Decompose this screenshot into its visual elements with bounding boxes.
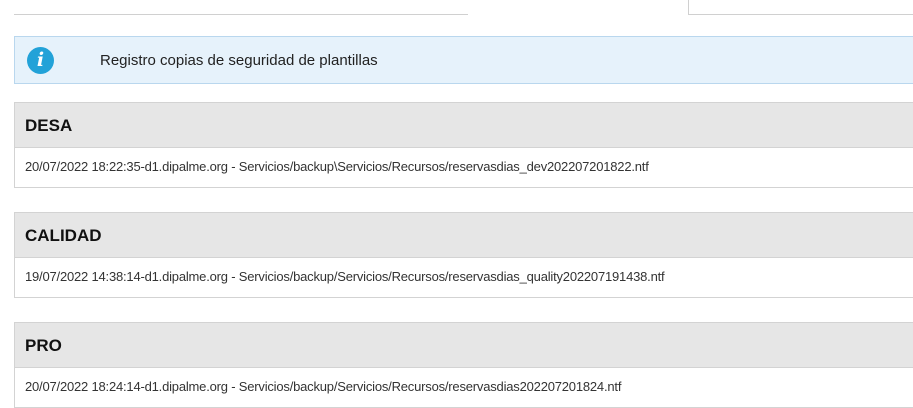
- section-title: PRO: [25, 336, 62, 355]
- backup-entry: 19/07/2022 14:38:14-d1.dipalme.org - Ser…: [25, 269, 665, 284]
- section-header[interactable]: DESA: [15, 103, 913, 148]
- top-toolbar-strip: [0, 0, 913, 22]
- info-banner: i Registro copias de seguridad de planti…: [14, 36, 913, 84]
- section-body: 20/07/2022 18:24:14-d1.dipalme.org - Ser…: [15, 368, 913, 407]
- section-body: 20/07/2022 18:22:35-d1.dipalme.org - Ser…: [15, 148, 913, 187]
- section-title: CALIDAD: [25, 226, 102, 245]
- top-input-right[interactable]: [688, 0, 913, 15]
- section-body: 19/07/2022 14:38:14-d1.dipalme.org - Ser…: [15, 258, 913, 297]
- section-title: DESA: [25, 116, 73, 135]
- section-header[interactable]: CALIDAD: [15, 213, 913, 258]
- info-icon: i: [27, 47, 54, 74]
- section-header[interactable]: PRO: [15, 323, 913, 368]
- top-input-left[interactable]: [14, 0, 468, 15]
- info-message: Registro copias de seguridad de plantill…: [100, 52, 378, 69]
- section-desa: DESA 20/07/2022 18:22:35-d1.dipalme.org …: [14, 102, 913, 188]
- section-calidad: CALIDAD 19/07/2022 14:38:14-d1.dipalme.o…: [14, 212, 913, 298]
- backup-entry: 20/07/2022 18:22:35-d1.dipalme.org - Ser…: [25, 159, 649, 174]
- section-pro: PRO 20/07/2022 18:24:14-d1.dipalme.org -…: [14, 322, 913, 408]
- backup-entry: 20/07/2022 18:24:14-d1.dipalme.org - Ser…: [25, 379, 622, 394]
